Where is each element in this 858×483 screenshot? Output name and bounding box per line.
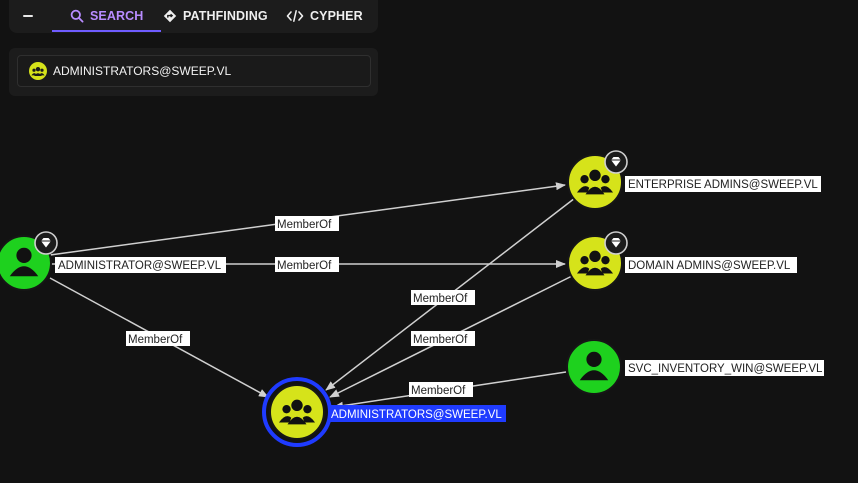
svg-text:SVC_INVENTORY_WIN@SWEEP.VL: SVC_INVENTORY_WIN@SWEEP.VL (628, 363, 823, 375)
node-label-selected: ADMINISTRATORS@SWEEP.VL (329, 405, 506, 422)
node-label: ADMINISTRATOR@SWEEP.VL (55, 257, 226, 273)
edge-label: MemberOf (126, 331, 190, 346)
graph-canvas[interactable]: MemberOf MemberOf MemberOf MemberOf Memb… (0, 0, 858, 483)
svg-text:MemberOf: MemberOf (277, 260, 332, 272)
gem-icon (604, 150, 628, 174)
node-svc-inventory-win[interactable] (566, 339, 622, 395)
gem-icon (604, 231, 628, 255)
svg-text:MemberOf: MemberOf (413, 293, 468, 305)
svg-text:MemberOf: MemberOf (411, 385, 466, 397)
node-label: SVC_INVENTORY_WIN@SWEEP.VL (625, 360, 824, 376)
node-administrator[interactable] (0, 231, 58, 291)
edge-label: MemberOf (275, 216, 339, 231)
edge-label: MemberOf (411, 331, 475, 346)
node-domain-admins[interactable] (567, 231, 628, 291)
edge-label: MemberOf (275, 257, 339, 272)
svg-text:MemberOf: MemberOf (413, 334, 468, 346)
svg-text:ADMINISTRATORS@SWEEP.VL: ADMINISTRATORS@SWEEP.VL (331, 409, 502, 421)
gem-icon (34, 231, 58, 255)
svg-text:ENTERPRISE ADMINS@SWEEP.VL: ENTERPRISE ADMINS@SWEEP.VL (628, 179, 818, 191)
svg-text:DOMAIN ADMINS@SWEEP.VL: DOMAIN ADMINS@SWEEP.VL (628, 260, 791, 272)
node-administrators[interactable] (262, 377, 332, 447)
edge-label: MemberOf (409, 382, 473, 397)
edge-label: MemberOf (411, 290, 475, 305)
node-enterprise-admins[interactable] (567, 150, 628, 210)
svg-text:ADMINISTRATOR@SWEEP.VL: ADMINISTRATOR@SWEEP.VL (58, 260, 222, 272)
node-label: ENTERPRISE ADMINS@SWEEP.VL (625, 176, 821, 192)
svg-text:MemberOf: MemberOf (128, 334, 183, 346)
node-label: DOMAIN ADMINS@SWEEP.VL (625, 257, 797, 273)
svg-text:MemberOf: MemberOf (277, 219, 332, 231)
